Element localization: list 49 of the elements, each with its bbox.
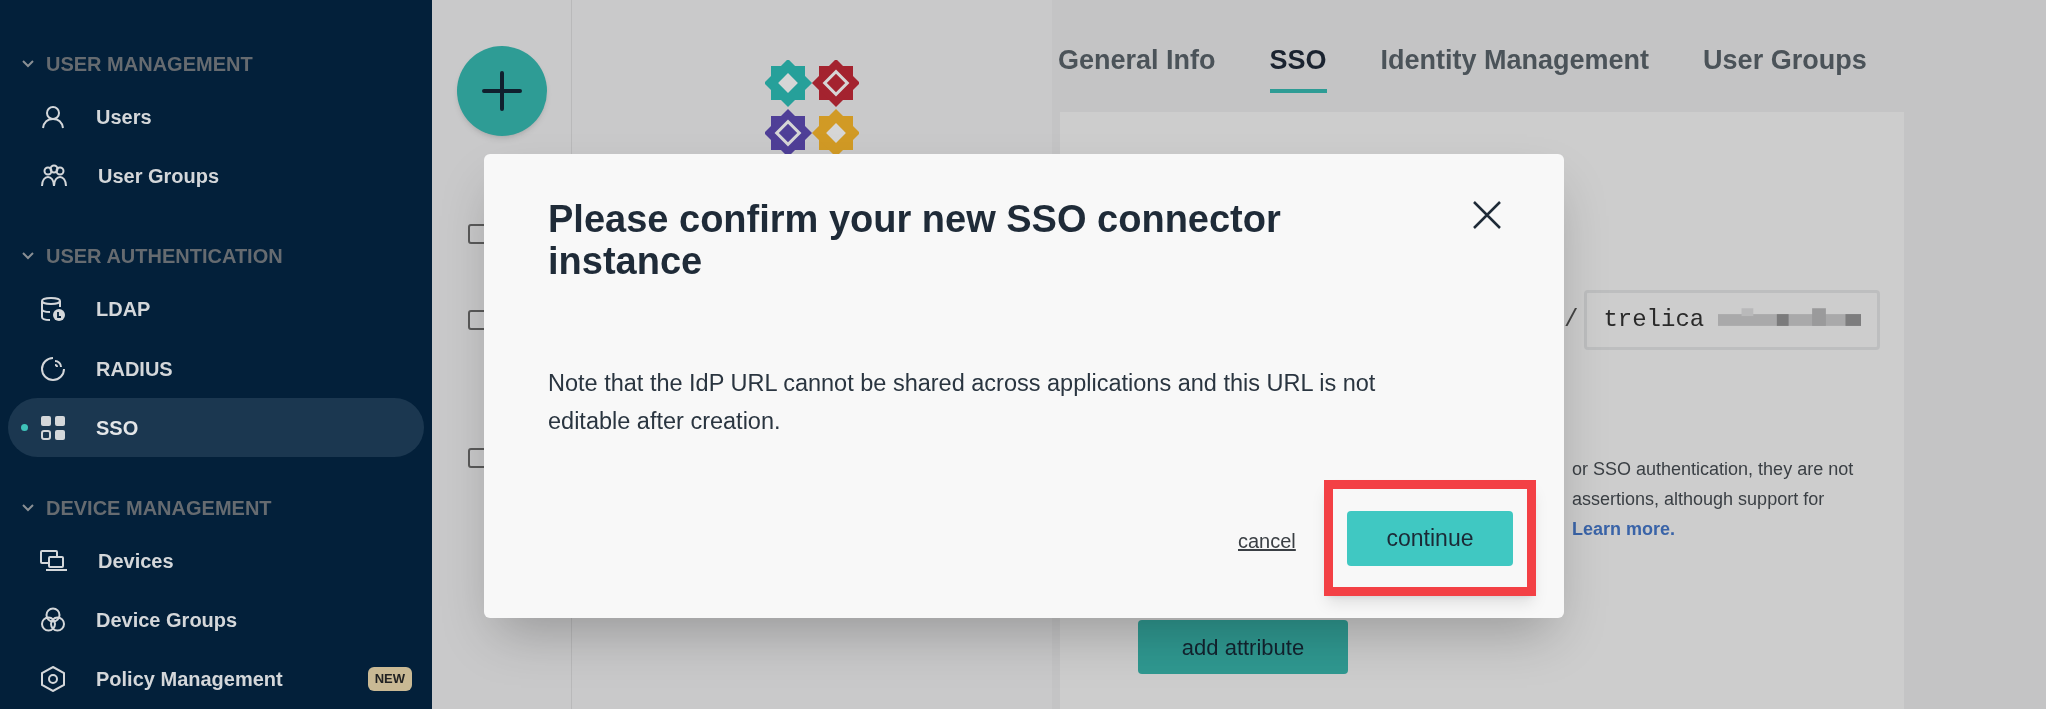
new-badge: NEW — [367, 667, 412, 692]
user-icon — [40, 103, 66, 130]
radar-icon — [40, 355, 66, 382]
sidebar-item[interactable]: RADIUS — [8, 339, 424, 399]
item-label: Users — [96, 104, 152, 130]
url-prefix: / — [1564, 305, 1579, 335]
tab[interactable]: General Info — [1058, 40, 1216, 93]
section-header: USER AUTHENTICATION — [46, 244, 283, 270]
grid-icon — [40, 414, 66, 441]
sidebar-item[interactable]: SSO — [8, 398, 424, 458]
tab[interactable]: SSO — [1269, 40, 1327, 93]
note-text: assertions, although support for — [1572, 488, 1826, 511]
tab[interactable]: User Groups — [1703, 40, 1867, 93]
cancel-link[interactable]: cancel — [1238, 526, 1296, 556]
item-label: Policy Management — [96, 667, 283, 693]
chevron-down-icon[interactable] — [22, 252, 34, 261]
chevron-down-icon[interactable] — [22, 504, 34, 512]
tab[interactable]: Identity Management — [1380, 40, 1650, 93]
item-label: RADIUS — [96, 356, 173, 382]
sidebar-item[interactable]: Device Groups — [8, 590, 424, 650]
modal-title: Please confirm your new SSO connector instance — [548, 198, 1282, 282]
group-icon — [40, 164, 68, 188]
item-label: Devices — [98, 549, 174, 575]
hexagon-icon — [40, 666, 66, 693]
add-attribute-button[interactable]: add attribute — [1138, 620, 1348, 674]
section-header: USER MANAGEMENT — [46, 51, 253, 77]
sidebar-item[interactable]: LDAP — [8, 279, 424, 340]
item-label: Device Groups — [96, 608, 238, 634]
continue-button[interactable]: continue — [1347, 510, 1513, 566]
database-clock-icon — [40, 296, 66, 323]
item-label: User Groups — [98, 164, 220, 189]
learn-more-link[interactable]: Learn more. — [1572, 514, 1854, 544]
item-label: LDAP — [96, 297, 151, 323]
logo-icon — [765, 60, 859, 156]
sidebar-item[interactable]: User Groups — [8, 146, 424, 206]
modal-body: Note that the IdP URL cannot be shared across applications and this URL is not editable after creation. — [548, 369, 1377, 436]
url-value: trelica — [1603, 305, 1705, 335]
note-text: or SSO authentication, they are not — [1572, 458, 1854, 481]
sidebar-item[interactable]: Devices — [8, 531, 424, 591]
plus-icon — [481, 71, 522, 111]
item-label: SSO — [96, 415, 139, 441]
sidebar-item[interactable]: Policy Management NEW — [8, 649, 424, 709]
sidebar-item[interactable]: Users — [8, 87, 424, 147]
url-field[interactable]: trelica — [1584, 290, 1881, 350]
devices-icon — [40, 550, 68, 573]
close-icon — [1472, 200, 1502, 230]
section-header: DEVICE MANAGEMENT — [46, 496, 272, 521]
chevron-down-icon[interactable] — [22, 59, 34, 68]
circles-icon — [40, 607, 66, 634]
